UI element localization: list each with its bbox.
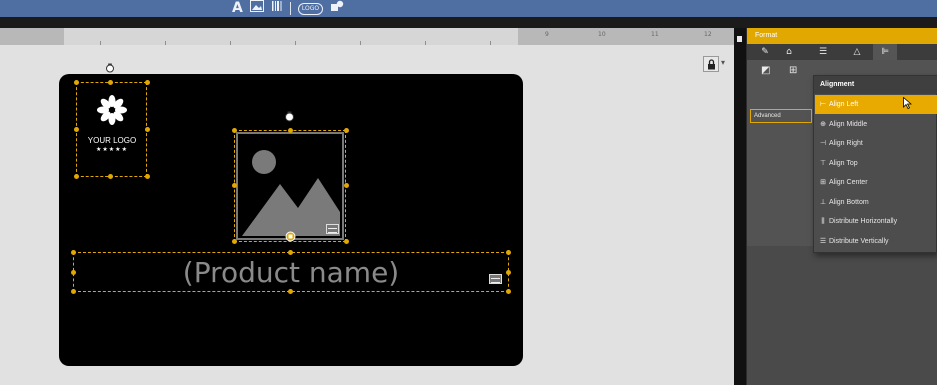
menu-item-align-middle[interactable]: ⊕ Align Middle <box>815 115 937 134</box>
panel-tabbar: ✎ ⌂ ☰ △ ⊫ <box>747 44 937 60</box>
menu-item-label: Align Right <box>829 140 863 147</box>
lock-dropdown-arrow[interactable]: ▾ <box>721 58 725 67</box>
menu-item-label: Align Middle <box>829 121 868 128</box>
menu-item-align-bottom[interactable]: ⊥ Align Bottom <box>815 193 937 212</box>
rotate-handle-icon[interactable] <box>105 63 115 73</box>
resize-handle[interactable] <box>344 239 349 244</box>
text-tool-icon[interactable]: A <box>232 0 243 17</box>
shape-tool-icon[interactable] <box>330 0 344 17</box>
top-toolbar: A LOGO <box>0 0 937 17</box>
menu-item-distribute-vertically[interactable]: ☰ Distribute Vertically <box>815 232 937 251</box>
menu-item-label: Align Center <box>829 179 868 186</box>
resize-handle[interactable] <box>145 127 150 132</box>
distribute-vertically-icon: ☰ <box>819 238 827 245</box>
menu-item-align-left[interactable]: ⊢ Align Left <box>815 95 937 114</box>
menu-item-label: Align Bottom <box>829 199 869 206</box>
resize-handle[interactable] <box>71 270 76 275</box>
image-selection-box <box>234 130 346 242</box>
menu-item-label: Align Top <box>829 160 858 167</box>
menu-item-align-center[interactable]: ⊞ Align Center <box>815 173 937 192</box>
align-top-icon: ⊤ <box>819 160 827 167</box>
resize-handle[interactable] <box>232 239 237 244</box>
ruler-number: 9 <box>545 31 549 38</box>
product-name-selection-box <box>73 252 509 292</box>
menu-item-label: Distribute Horizontally <box>829 218 898 225</box>
align-center-icon: ⊞ <box>820 179 826 186</box>
resize-handle[interactable] <box>232 183 237 188</box>
resize-handle[interactable] <box>108 174 113 179</box>
image-tool-icon[interactable] <box>249 0 264 17</box>
toolbar-divider <box>289 2 291 15</box>
resize-handle[interactable] <box>344 183 349 188</box>
resize-handle[interactable] <box>506 289 511 294</box>
resize-handle[interactable] <box>74 80 79 85</box>
design-canvas[interactable]: YOUR LOGO ★★★★★ (Product name) ▾ <box>0 45 734 385</box>
anchor-handle-icon[interactable] <box>285 231 296 242</box>
resize-handle[interactable] <box>288 289 293 294</box>
tab-alignment[interactable]: ⊫ <box>873 44 897 60</box>
advanced-section[interactable]: Advanced <box>750 109 812 123</box>
logo-tool-icon[interactable]: LOGO <box>297 2 324 15</box>
resize-handle[interactable] <box>71 250 76 255</box>
align-bottom-icon: ⊥ <box>819 199 827 206</box>
resize-handle[interactable] <box>506 250 511 255</box>
resize-handle[interactable] <box>108 80 113 85</box>
tab-edit[interactable]: ✎ <box>753 44 777 60</box>
menu-item-distribute-horizontally[interactable]: ⫼ Distribute Horizontally <box>815 212 937 231</box>
resize-handle[interactable] <box>145 174 150 179</box>
arrange-icon[interactable]: ◩ <box>761 65 770 76</box>
insert-tools: A LOGO <box>232 0 344 17</box>
align-middle-icon: ⊕ <box>820 121 826 128</box>
resize-handle[interactable] <box>74 174 79 179</box>
resize-handle[interactable] <box>344 128 349 133</box>
resize-handle[interactable] <box>71 289 76 294</box>
tab-home[interactable]: ⌂ <box>777 44 801 60</box>
ruler-number: 11 <box>651 31 659 38</box>
resize-handle[interactable] <box>145 80 150 85</box>
resize-handle[interactable] <box>74 127 79 132</box>
barcode-icon <box>271 1 282 11</box>
menu-item-align-right[interactable]: ⊣ Align Right <box>815 134 937 153</box>
resize-handle[interactable] <box>232 128 237 133</box>
collapse-grip-icon[interactable] <box>737 36 742 42</box>
resize-handle[interactable] <box>506 270 511 275</box>
mouse-cursor-icon <box>903 97 912 109</box>
ruler-number: 10 <box>598 31 606 38</box>
panel-splitter[interactable] <box>734 28 746 385</box>
resize-handle[interactable] <box>288 128 293 133</box>
menu-item-align-top[interactable]: ⊤ Align Top <box>815 154 937 173</box>
resize-handle[interactable] <box>288 250 293 255</box>
rotate-handle-icon[interactable] <box>284 111 295 122</box>
ruler-number: 12 <box>704 31 712 38</box>
menu-header: Alignment <box>814 76 937 94</box>
menu-item-label: Distribute Vertically <box>829 238 889 245</box>
logo-selection-box <box>76 82 147 177</box>
distribute-horizontally-icon: ⫼ <box>821 218 825 225</box>
align-left-icon: ⊢ <box>819 101 827 108</box>
panel-lower-area <box>747 246 937 385</box>
barcode-tool-icon[interactable] <box>271 0 283 17</box>
ruler-margin-right <box>518 28 734 45</box>
image-icon <box>249 0 264 12</box>
ruler-margin-left <box>0 28 64 45</box>
align-right-icon: ⊣ <box>819 140 827 147</box>
shapes-icon <box>331 0 344 11</box>
alignment-menu: Alignment ⊢ Align Left ⊕ Align Middle ⊣ … <box>813 75 937 253</box>
menu-item-label: Align Left <box>829 101 859 108</box>
tab-shape[interactable]: △ <box>845 44 869 60</box>
lock-icon <box>707 59 715 70</box>
panel-title: Format <box>747 28 937 44</box>
lock-button[interactable] <box>703 56 719 72</box>
horizontal-ruler: 9 10 11 12 <box>0 28 734 46</box>
tab-properties[interactable]: ☰ <box>811 44 835 60</box>
group-icon[interactable]: ⊞ <box>789 65 797 76</box>
